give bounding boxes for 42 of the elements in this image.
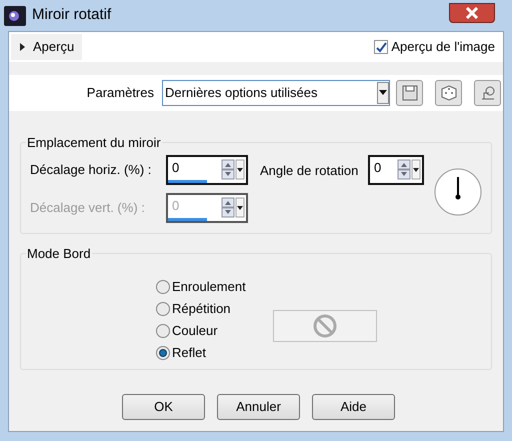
- radio-label: Enroulement: [172, 278, 246, 296]
- field-label: Angle de rotation: [260, 162, 360, 180]
- spinner-icon[interactable]: [221, 158, 245, 180]
- checkbox[interactable]: [374, 40, 388, 54]
- dialog-button[interactable]: Annuler: [217, 394, 300, 420]
- reset-button[interactable]: [474, 80, 501, 106]
- dice-icon: [440, 85, 456, 101]
- angle-dial[interactable]: [434, 168, 482, 216]
- dialog-button[interactable]: Aide: [312, 394, 395, 420]
- radio-button[interactable]: [156, 346, 170, 360]
- radio-label: Reflet: [172, 344, 206, 362]
- checkbox-label: Aperçu de l'image: [391, 38, 495, 56]
- reset-icon: [480, 85, 496, 101]
- presets-dropdown[interactable]: Dernières options utilisées: [162, 80, 390, 106]
- window-title: Miroir rotatif: [32, 5, 112, 26]
- dialog-button[interactable]: OK: [122, 394, 205, 420]
- presets-label: Paramètres: [86, 84, 154, 102]
- field-value: 0: [373, 158, 382, 176]
- close-icon: [465, 6, 479, 18]
- field-label: Décalage vert. (%) :: [30, 198, 146, 217]
- save-button[interactable]: [396, 80, 423, 106]
- group-title: Mode Bord: [26, 245, 92, 263]
- spin-field[interactable]: 0: [166, 154, 248, 184]
- app-icon: [4, 6, 26, 26]
- spinner-icon[interactable]: [397, 158, 421, 180]
- field-value: 0: [171, 196, 180, 214]
- radio-button[interactable]: [156, 280, 170, 294]
- radio-button[interactable]: [156, 324, 170, 338]
- color-swatch[interactable]: [272, 310, 377, 342]
- radio-button[interactable]: [156, 302, 170, 316]
- close-button[interactable]: [449, 2, 495, 22]
- no-color-icon: [312, 314, 337, 338]
- save-icon: [402, 85, 418, 101]
- field-value: 0: [171, 158, 180, 176]
- group-title: Emplacement du miroir: [26, 134, 162, 152]
- spin-field[interactable]: 0: [368, 154, 424, 184]
- field-label: Décalage horiz. (%) :: [30, 160, 152, 179]
- caret-right-icon: [19, 43, 27, 51]
- radio-label: Répétition: [172, 300, 231, 318]
- preview-toggle[interactable]: Aperçu: [11, 34, 82, 60]
- randomize-button[interactable]: [435, 80, 462, 106]
- radio-label: Couleur: [172, 322, 218, 340]
